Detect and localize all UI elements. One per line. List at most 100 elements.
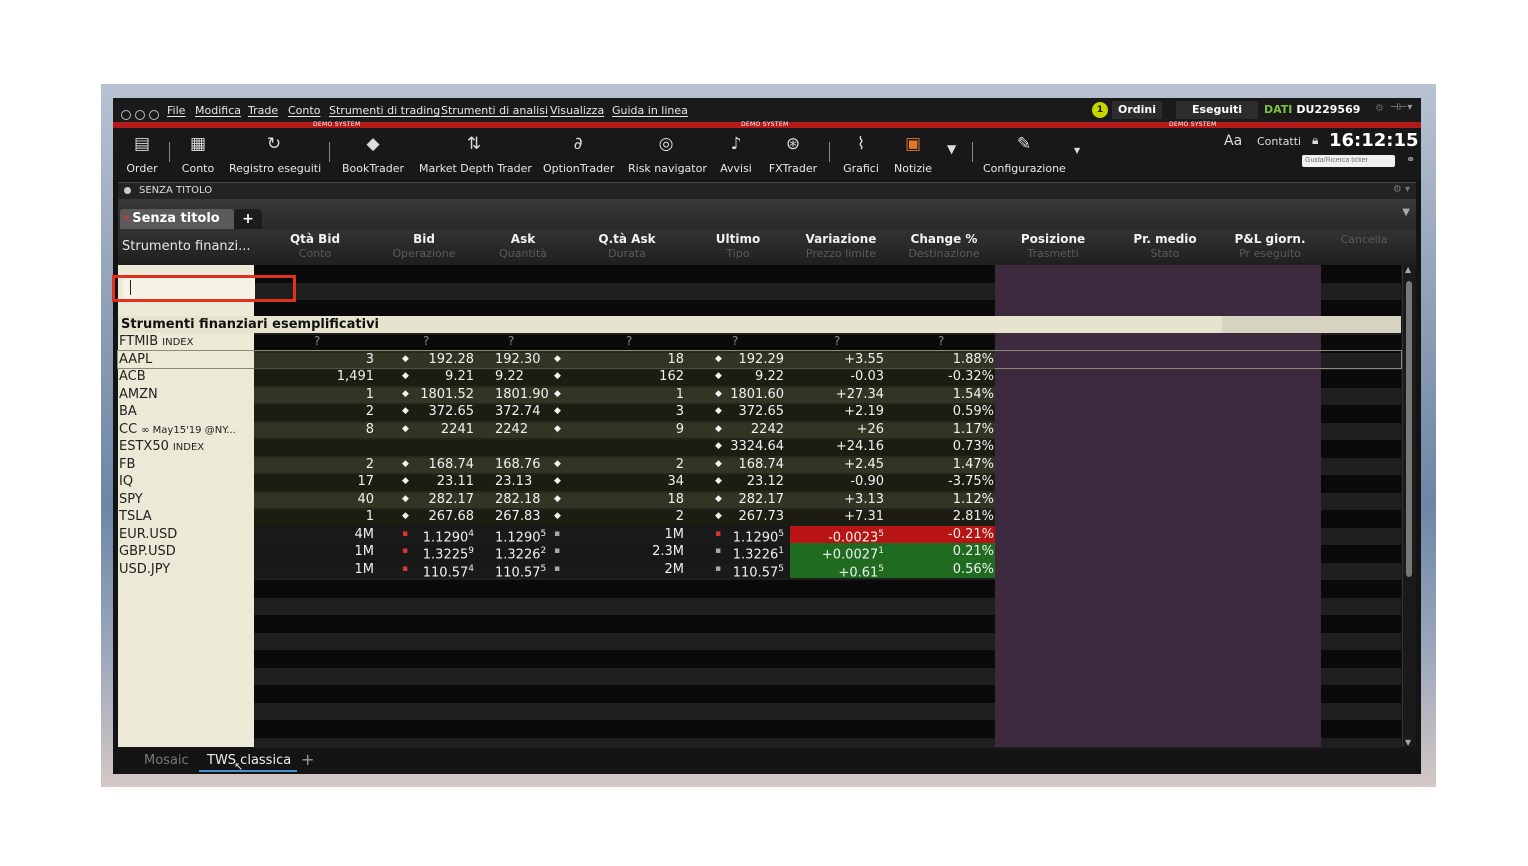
config-button[interactable]: ✎ Configurazione xyxy=(983,132,1066,175)
orders-count-badge: 1 xyxy=(1092,102,1108,118)
symbol-cell[interactable]: USD.JPY xyxy=(119,561,253,579)
col-qta-bid[interactable]: Qtà Bid Conto xyxy=(260,232,370,260)
option-trader-button[interactable]: ∂ OptionTrader xyxy=(543,132,614,175)
table-row[interactable]: AAPL 3 192.28 192.30 18 192.29 +3.55 1.88% ◆ ◆ ◆ xyxy=(117,349,1402,369)
scroll-down-icon[interactable]: ▼ xyxy=(1405,738,1411,747)
col-ask[interactable]: Ask Quantità xyxy=(478,232,568,260)
pin-icon[interactable]: ⊣⊢▾ xyxy=(1390,102,1412,113)
symbol-cell[interactable]: TSLA xyxy=(119,508,253,526)
menu-file[interactable]: File xyxy=(167,104,185,117)
tab-tws-classica[interactable]: TWS classica xyxy=(207,753,291,768)
option-trader-icon: ∂ xyxy=(573,134,583,154)
table-row[interactable]: CC ∞ May15'19 @NY... 8 2241 2242 9 2242 +26 1.17… xyxy=(118,420,1401,440)
table-row[interactable]: IQ 17 23.11 23.13 34 23.12 -0.90 -3.75% ◆ ◆ ◆ xyxy=(118,473,1401,491)
chg-pip: 1 xyxy=(878,546,884,556)
scroll-up-icon[interactable]: ▲ xyxy=(1405,265,1411,274)
table-row[interactable]: TSLA 1 267.68 267.83 2 267.73 +7.31 2.81% ◆ ◆ ◆ xyxy=(118,508,1401,526)
more-tools-dropdown-icon[interactable]: ▼ xyxy=(947,142,956,156)
order-label: Order xyxy=(126,162,158,175)
order-button[interactable]: ▤ Order xyxy=(125,132,159,175)
symbol-cell[interactable]: SPY xyxy=(119,491,253,509)
col-instrument[interactable]: Strumento finanzi... xyxy=(122,239,250,254)
symbol-text: SPY xyxy=(119,491,143,507)
symbol-cell[interactable]: ACB xyxy=(119,368,253,386)
symbol-cell[interactable]: FTMIB INDEX xyxy=(119,333,253,352)
fx-trader-button[interactable]: ⊛ FXTrader xyxy=(767,132,819,175)
menu-strumenti-analisi[interactable]: Strumenti di analisi xyxy=(441,104,548,117)
charts-button[interactable]: ⌇ Grafici xyxy=(841,132,881,175)
menu-guida[interactable]: Guida in linea xyxy=(612,104,688,117)
scrollbar[interactable]: ▲ ▼ xyxy=(1402,265,1416,747)
minimize-window-icon[interactable] xyxy=(135,110,145,120)
market-depth-button[interactable]: ⇅ Market Depth Trader xyxy=(419,132,532,175)
col-qta-ask[interactable]: Q.tà Ask Durata xyxy=(574,232,680,260)
table-row[interactable]: AMZN 1 1801.52 1801.90 1 1801.60 +27.34 1.54% ◆ ◆… xyxy=(118,385,1401,404)
col-cancella[interactable]: Cancella xyxy=(1324,232,1404,246)
last-cell: 168.74 xyxy=(690,456,785,474)
bidsize-cell: 2 xyxy=(254,456,374,474)
panel-settings-icon[interactable]: ⚙ ▾ xyxy=(1393,184,1410,195)
contacts-button[interactable]: Contatti xyxy=(1257,135,1301,148)
symbol-cell[interactable]: EUR.USD xyxy=(119,526,253,544)
close-tab-icon[interactable]: ✕ xyxy=(122,212,131,225)
table-row[interactable]: ACB 1,491 9.21 9.22 162 9.22 -0.03 -0.32% ◆ ◆ ◆ xyxy=(118,368,1401,386)
link-icon[interactable]: ⚭ xyxy=(1406,153,1415,166)
table-row[interactable]: FB 2 168.74 168.76 2 168.74 +2.45 1.47% ◆ ◆ ◆ xyxy=(118,455,1401,474)
col-pr-medio[interactable]: Pr. medio Stato xyxy=(1112,232,1218,260)
col-change-pct[interactable]: Change % Destinazione xyxy=(894,232,994,260)
close-window-icon[interactable] xyxy=(121,110,131,120)
menu-visualizza[interactable]: Visualizza xyxy=(550,104,604,117)
conto-button[interactable]: ▦ Conto xyxy=(179,132,217,175)
table-row[interactable]: BA 2 372.65 372.74 3 372.65 +2.19 0.59% ◆ ◆ ◆ xyxy=(118,403,1401,421)
zoom-window-icon[interactable] xyxy=(149,110,159,120)
risk-navigator-button[interactable]: ◎ Risk navigator xyxy=(628,132,707,175)
col-bid[interactable]: Bid Operazione xyxy=(374,232,474,260)
lock-icon[interactable]: 🔒︎ xyxy=(1312,133,1318,148)
menu-modifica[interactable]: Modifica xyxy=(195,104,241,117)
symbol-cell[interactable]: IQ xyxy=(119,473,253,491)
col-ultimo[interactable]: Ultimo Tipo xyxy=(688,232,788,260)
ask-value: 372.74 xyxy=(495,404,541,419)
executed-tab[interactable]: Eseguiti xyxy=(1176,101,1258,119)
menu-conto[interactable]: Conto xyxy=(288,104,320,117)
table-row[interactable]: USD.JPY 1M 110.574 110.575 2M 110.575 +0.615 0.… xyxy=(118,560,1401,580)
table-row[interactable]: GBP.USD 1M 1.32259 1.32262 2.3M 1.32261 +0.002… xyxy=(118,543,1401,562)
add-tab-button[interactable]: + xyxy=(234,209,262,229)
alerts-button[interactable]: ♪ Avvisi xyxy=(719,132,753,175)
col-posizione[interactable]: Posizione Trasmetti xyxy=(998,232,1108,260)
news-button[interactable]: ▣ Notizie xyxy=(893,132,933,175)
symbol-cell[interactable]: ESTX50 INDEX xyxy=(119,438,253,457)
font-size-button[interactable]: Aa xyxy=(1224,133,1242,149)
table-row[interactable]: FTMIB INDEX??????? xyxy=(118,333,1401,351)
symbol-cell[interactable]: AAPL xyxy=(119,351,253,369)
table-row[interactable]: ESTX50 INDEX 3324.64 +24.16 0.73% ◆ xyxy=(118,438,1401,456)
table-row[interactable]: SPY 40 282.17 282.18 18 282.17 +3.13 1.12% ◆ ◆ ◆ xyxy=(118,490,1401,509)
panel-title: SENZA TITOLO xyxy=(139,185,213,196)
tab-label: Senza titolo xyxy=(132,211,220,226)
chg-value: -0.03 xyxy=(850,369,884,384)
orders-tab[interactable]: Ordini xyxy=(1112,101,1162,119)
symbol-cell[interactable]: AMZN xyxy=(119,386,253,404)
tab-senza-titolo[interactable]: ✕Senza titolo xyxy=(120,209,234,229)
symbol-cell[interactable]: CC ∞ May15'19 @NY... xyxy=(119,421,253,440)
trade-log-button[interactable]: ↻ Registro eseguiti xyxy=(229,132,321,175)
config-dropdown-icon[interactable]: ▼ xyxy=(1074,146,1080,155)
table-row[interactable]: EUR.USD 4M 1.12904 1.12905 1M 1.12905 -0.00235… xyxy=(118,525,1401,545)
menu-strumenti-trading[interactable]: Strumenti di trading xyxy=(329,104,440,117)
symbol-cell[interactable]: BA xyxy=(119,403,253,421)
tab-mosaic[interactable]: Mosaic xyxy=(144,753,189,768)
panel-collapse-icon[interactable] xyxy=(124,187,131,194)
filter-icon[interactable]: ▼ xyxy=(1402,207,1410,218)
menu-trade[interactable]: Trade xyxy=(248,104,278,117)
symbol-cell[interactable]: GBP.USD xyxy=(119,543,253,561)
ticker-search-input[interactable] xyxy=(1302,155,1395,167)
col-variazione[interactable]: Variazione Prezzo limite xyxy=(790,232,892,260)
pct-cell: 0.21% xyxy=(894,543,994,561)
gear-icon[interactable]: ⚙ xyxy=(1375,103,1384,114)
add-layout-button[interactable]: + xyxy=(301,750,314,769)
booktrader-button[interactable]: ◆ BookTrader xyxy=(341,132,405,175)
col-pl-giorn[interactable]: P&L giorn. Pr eseguito xyxy=(1218,232,1322,260)
tick-indicator-icon: ◆ xyxy=(715,441,722,451)
symbol-cell[interactable]: FB xyxy=(119,456,253,474)
scrollbar-thumb[interactable] xyxy=(1406,281,1412,577)
